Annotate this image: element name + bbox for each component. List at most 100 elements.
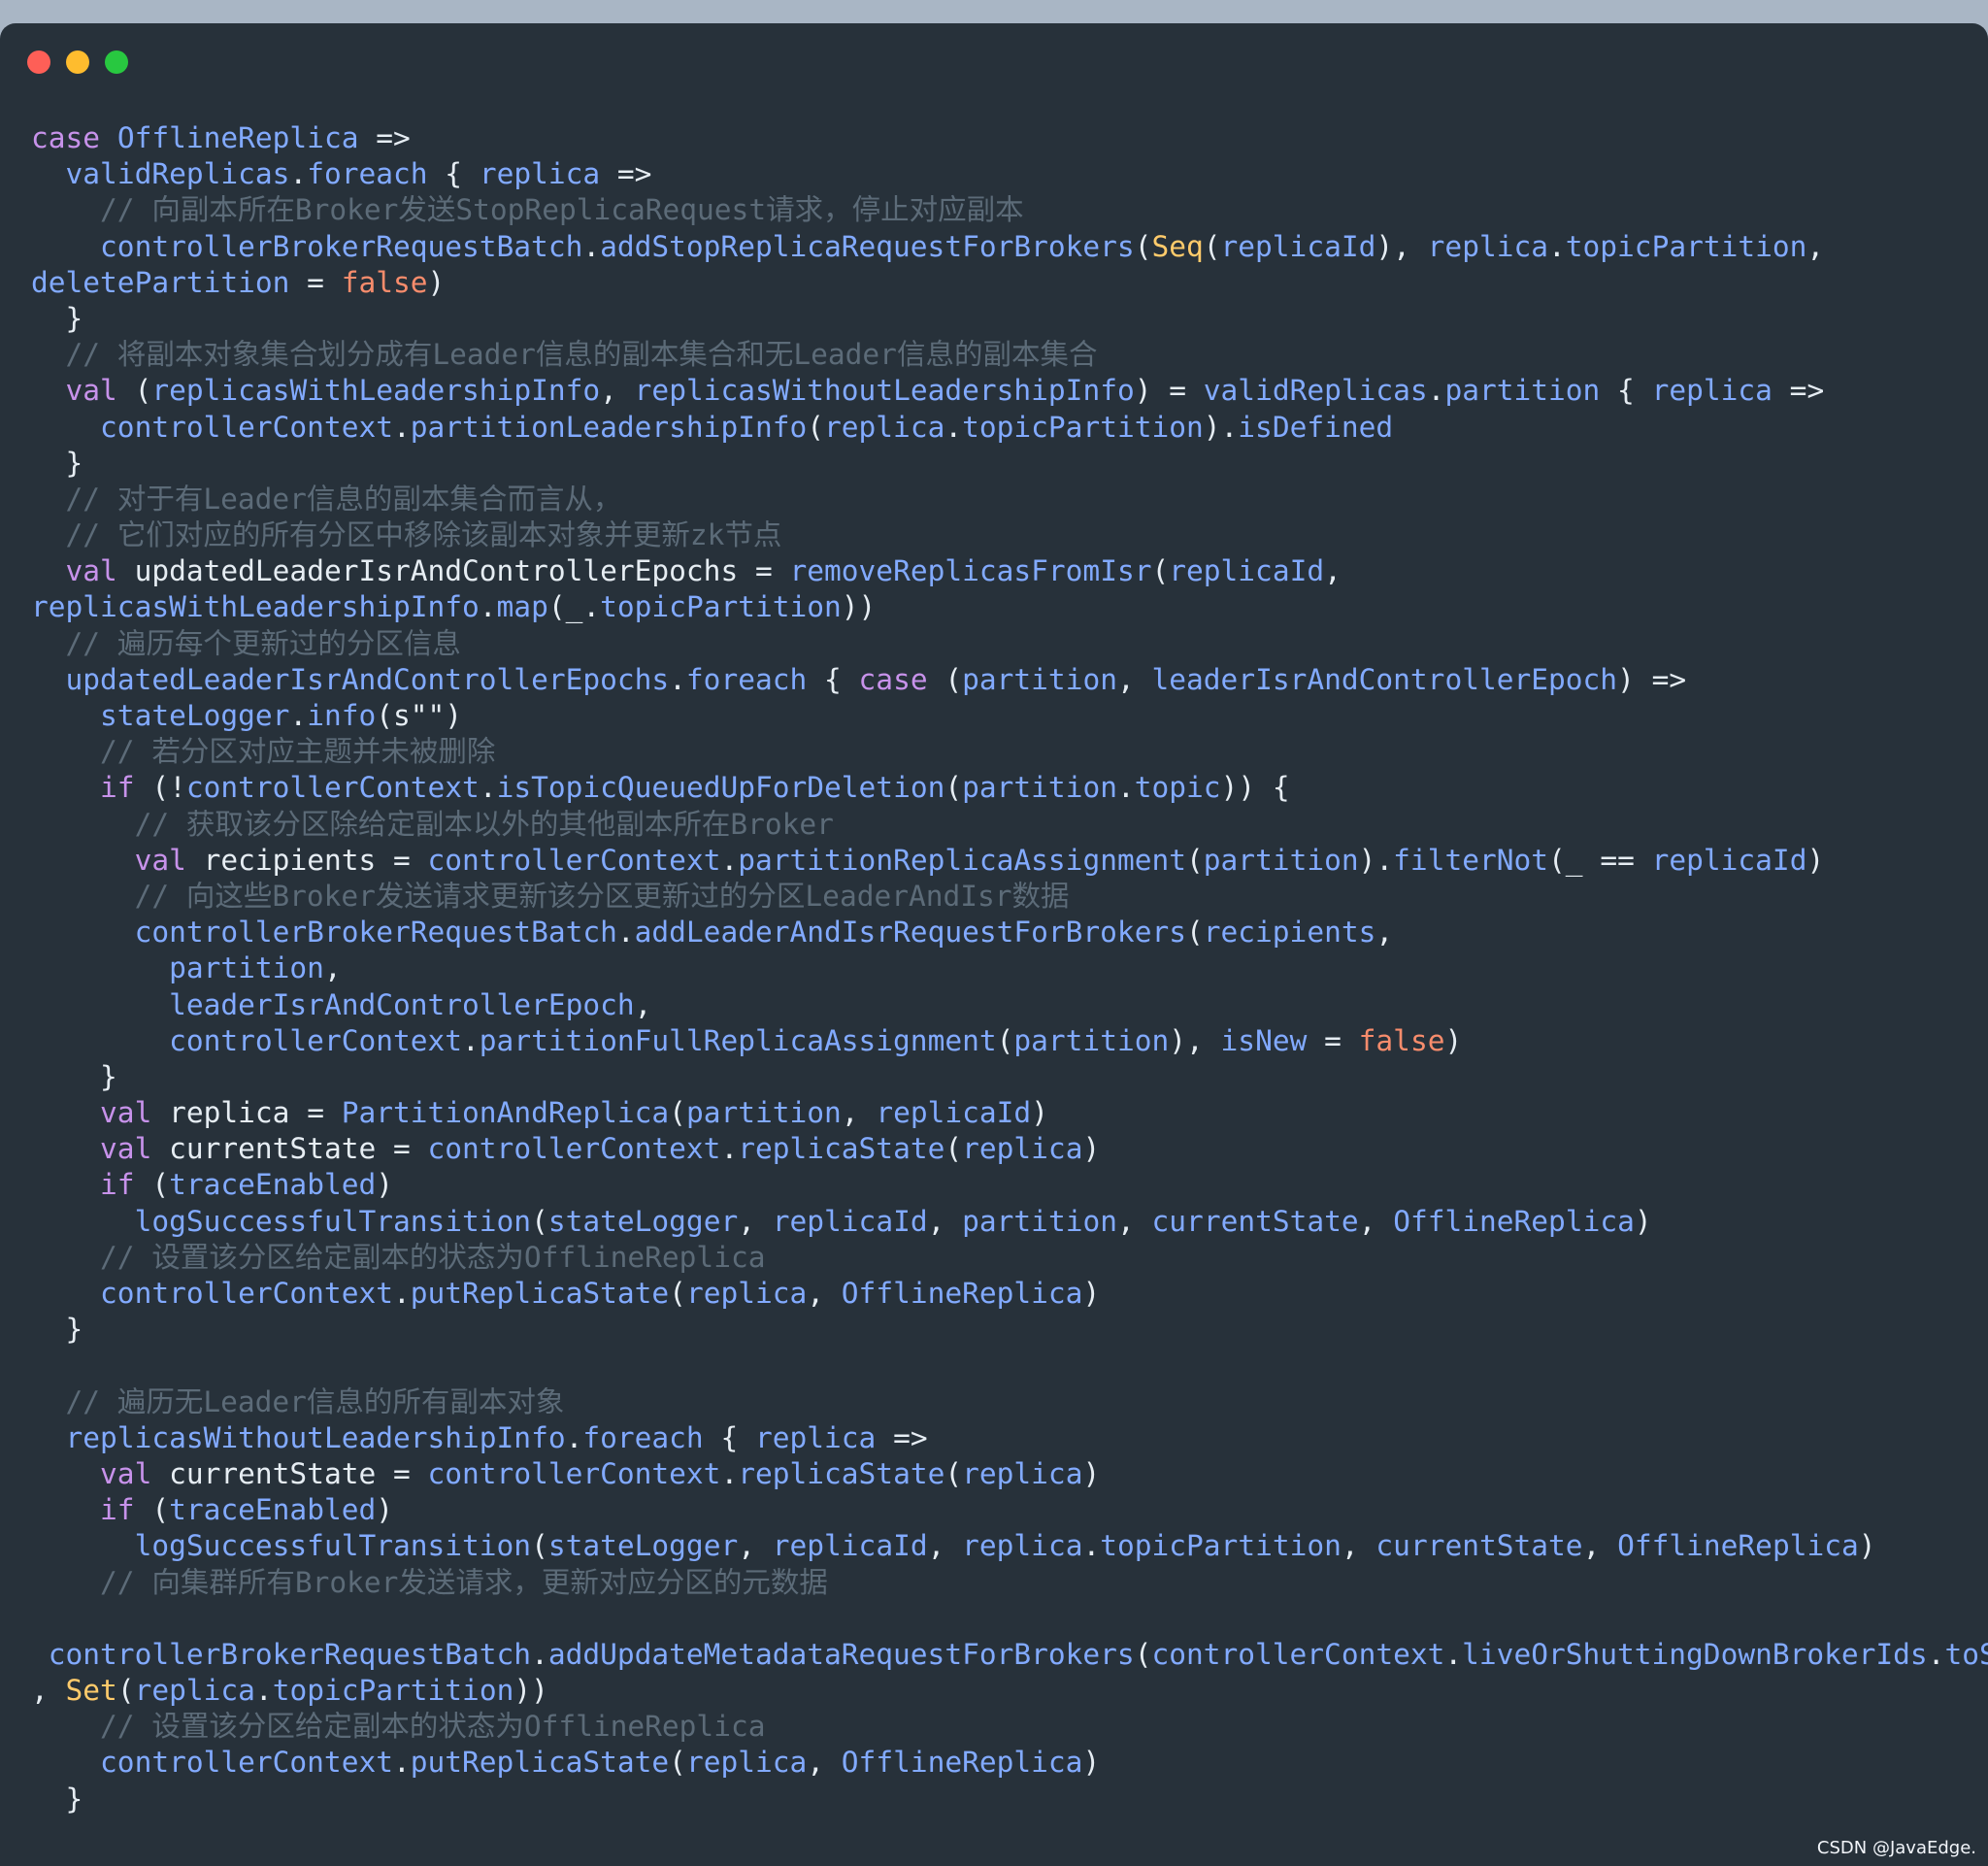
code-token: logSuccessfulTransition xyxy=(134,1529,532,1563)
code-token: replicasWithLeadershipInfo xyxy=(151,374,601,408)
code-comment: // 获取该分区除给定副本以外的其他副本所在Broker xyxy=(134,807,834,841)
code-token: . xyxy=(392,410,411,444)
code-token: recipients = xyxy=(185,843,428,877)
code-token: val xyxy=(65,554,117,588)
code-token: deletePartition xyxy=(31,265,290,299)
code-line: controllerBrokerRequestBatch.addStopRepl… xyxy=(31,229,1988,265)
code-token: ) xyxy=(1031,1096,1048,1130)
code-token: partition xyxy=(169,951,324,985)
code-token: topicPartition xyxy=(600,590,842,624)
code-line: val updatedLeaderIsrAndControllerEpochs … xyxy=(31,553,1988,589)
code-token: ) xyxy=(376,1168,394,1202)
code-token: . xyxy=(720,843,739,877)
code-token: ( xyxy=(1186,843,1204,877)
code-token: currentState xyxy=(1375,1529,1583,1563)
code-token: foreach xyxy=(582,1420,704,1454)
minimize-button[interactable] xyxy=(66,50,89,74)
code-token: stateLogger xyxy=(547,1204,739,1238)
code-token: topicPartition xyxy=(962,410,1204,444)
code-token: (! xyxy=(134,771,186,805)
code-line: replicasWithoutLeadershipInfo.foreach { … xyxy=(31,1420,1988,1456)
code-token: false xyxy=(341,265,428,299)
code-line: // 设置该分区给定副本的状态为OfflineReplica xyxy=(31,1240,1988,1276)
code-token: ) = xyxy=(1134,374,1204,408)
code-token: replica xyxy=(1427,229,1548,263)
code-token: controllerContext xyxy=(427,1132,721,1166)
code-token: leaderIsrAndControllerEpoch xyxy=(169,987,635,1021)
code-token: replica xyxy=(962,1529,1083,1563)
code-token: validReplicas xyxy=(65,157,290,191)
code-token: , xyxy=(600,374,635,408)
code-token: , xyxy=(1806,229,1825,263)
code-token: putReplicaState xyxy=(410,1277,670,1310)
code-token: putReplicaState xyxy=(410,1746,670,1780)
code-line: controllerBrokerRequestBatch.addLeaderAn… xyxy=(31,915,1988,950)
code-token: liveOrShuttingDownBrokerIds xyxy=(1462,1637,1928,1671)
code-line: , Set(replica.topicPartition)) xyxy=(31,1673,1988,1709)
code-token: ( xyxy=(531,1204,548,1238)
code-token: traceEnabled xyxy=(169,1168,377,1202)
code-token: replica xyxy=(824,410,945,444)
code-token: } xyxy=(31,1313,83,1347)
code-token: partition xyxy=(1203,843,1359,877)
code-token: false xyxy=(1358,1023,1445,1057)
code-token: replica xyxy=(134,1674,255,1708)
code-line: replicasWithLeadershipInfo.map(_.topicPa… xyxy=(31,589,1988,625)
code-token: ( xyxy=(669,1277,686,1310)
code-token: OfflineReplica xyxy=(116,121,359,154)
code-token: partition xyxy=(1013,1023,1170,1057)
code-token: ), xyxy=(1375,229,1428,263)
code-token: ( xyxy=(1134,229,1152,263)
code-token: . xyxy=(1116,771,1135,805)
code-token: ). xyxy=(1358,843,1394,877)
code-token: ( xyxy=(944,1456,963,1490)
code-token: topicPartition xyxy=(272,1674,514,1708)
code-token: Set xyxy=(65,1674,117,1708)
code-token: ( xyxy=(669,1096,686,1130)
code-token: { xyxy=(807,662,859,696)
code-token: ( xyxy=(669,1746,686,1780)
code-token: ) => xyxy=(1617,662,1687,696)
code-token: currentState = xyxy=(151,1456,428,1490)
code-token: , xyxy=(634,987,652,1021)
code-token: updatedLeaderIsrAndControllerEpochs xyxy=(65,662,670,696)
code-token: partitionFullReplicaAssignment xyxy=(479,1023,997,1057)
code-line: controllerBrokerRequestBatch.addUpdateMe… xyxy=(31,1637,1988,1673)
code-token: => xyxy=(600,157,652,191)
code-token: replica xyxy=(754,1420,877,1454)
code-token: ), xyxy=(1169,1023,1221,1057)
code-token: ( xyxy=(927,662,963,696)
close-button[interactable] xyxy=(27,50,50,74)
code-token: replicaId xyxy=(1220,229,1376,263)
code-token: ( xyxy=(531,1529,548,1563)
code-token: . xyxy=(289,699,308,732)
code-line: // 若分区对应主题并未被删除 xyxy=(31,734,1988,770)
code-token: controllerContext xyxy=(169,1023,463,1057)
code-token: , xyxy=(1116,662,1152,696)
code-token: . xyxy=(616,916,635,950)
code-token: controllerContext xyxy=(100,1746,393,1780)
code-token: replicaId xyxy=(772,1529,928,1563)
code-token: replicaId xyxy=(1651,843,1807,877)
code-token: partition xyxy=(962,1204,1117,1238)
code-token: , xyxy=(807,1746,842,1780)
code-token: partition xyxy=(1444,374,1601,408)
code-token: . xyxy=(1548,229,1566,263)
code-token: (s"") xyxy=(376,699,463,732)
code-token: replicasWithoutLeadershipInfo xyxy=(634,374,1135,408)
code-token: Seq xyxy=(1151,229,1204,263)
maximize-button[interactable] xyxy=(105,50,128,74)
code-token: partitionReplicaAssignment xyxy=(738,843,1187,877)
